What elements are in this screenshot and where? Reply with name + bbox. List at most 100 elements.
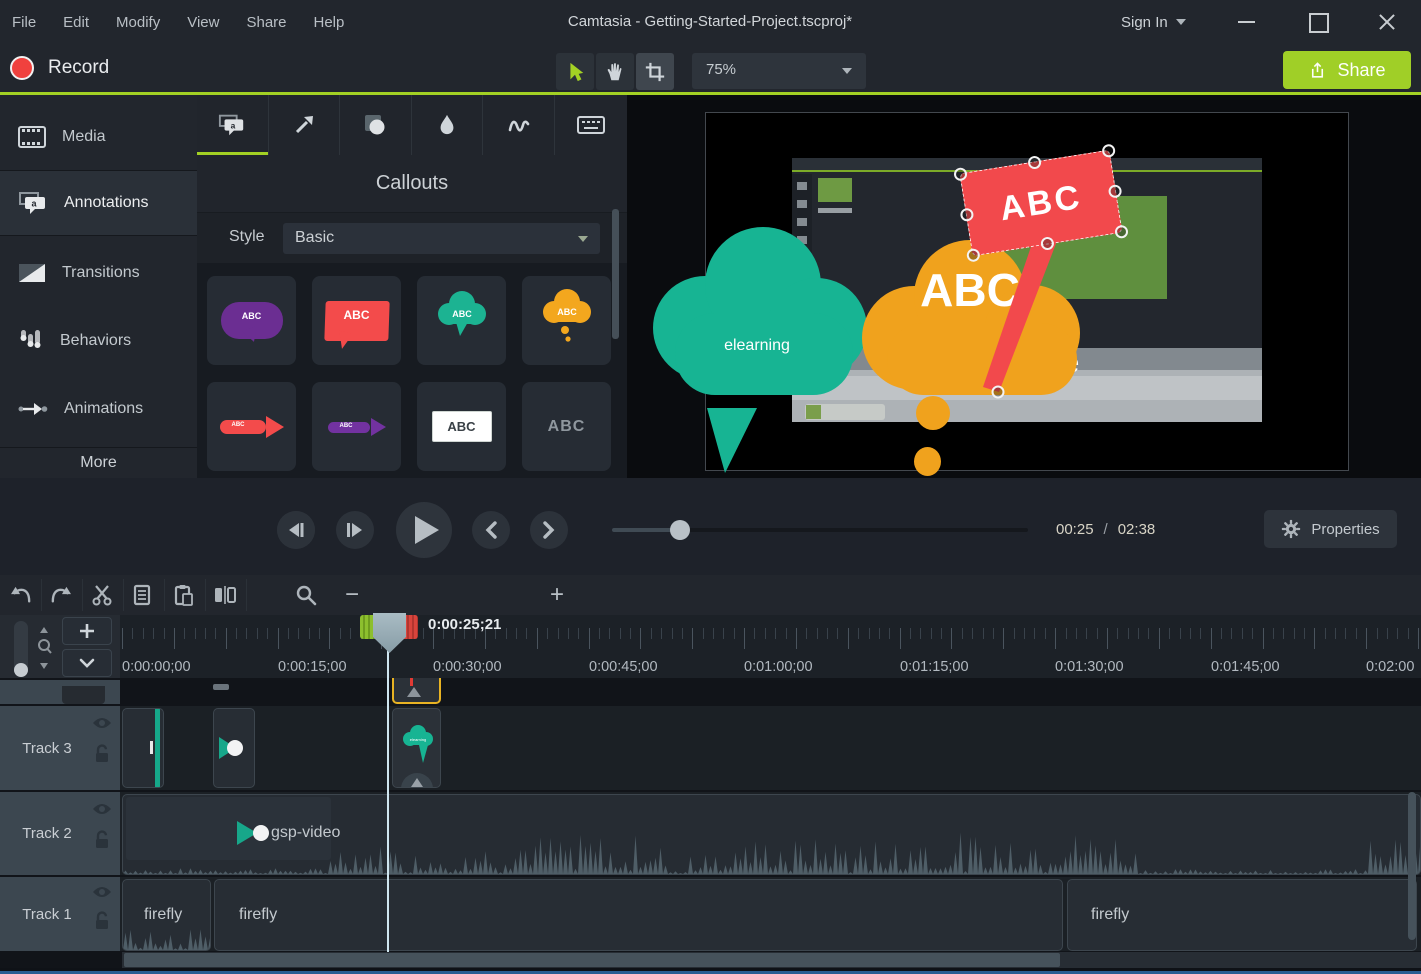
elearning-cloud-callout[interactable]: elearning (645, 223, 880, 473)
callout-tile-red-arrow[interactable]: ABC (207, 382, 296, 471)
eye-icon[interactable] (92, 885, 112, 899)
tab-arrows[interactable] (269, 95, 341, 155)
clip[interactable] (122, 708, 164, 788)
menu-view[interactable]: View (187, 14, 219, 31)
clip-firefly-1[interactable]: firefly (122, 879, 211, 951)
selection-handle[interactable] (992, 386, 1005, 399)
tab-blur[interactable] (412, 95, 484, 155)
style-dropdown[interactable]: Basic (283, 223, 600, 254)
ruler-tick (309, 628, 310, 639)
crop-tool-button[interactable] (636, 53, 674, 90)
jump-forward-button[interactable] (530, 511, 568, 549)
timeline-ruler[interactable]: 0:00:00;00 0:00:15;00 0:00:30;00 0:00:45… (120, 615, 1421, 678)
vertical-scrollbar[interactable] (1408, 792, 1416, 940)
menu-help[interactable]: Help (314, 14, 345, 31)
next-frame-button[interactable] (336, 511, 374, 549)
callout-tile-purple-arrow[interactable]: ABC (312, 382, 401, 471)
ruler-tick (1190, 628, 1191, 639)
previous-frame-button[interactable] (277, 511, 315, 549)
close-icon[interactable] (1372, 10, 1402, 34)
properties-button[interactable]: Properties (1264, 510, 1397, 548)
maximize-icon[interactable] (1302, 10, 1332, 34)
menu-edit[interactable]: Edit (63, 14, 89, 31)
clip-elearning-callout[interactable]: elearning (392, 708, 441, 788)
selected-callout-clip[interactable] (392, 678, 441, 704)
track-height-thumb[interactable] (14, 663, 28, 677)
panel-scrollbar[interactable] (612, 209, 619, 339)
split-button[interactable] (209, 579, 241, 611)
cursor-tool-button[interactable] (556, 53, 594, 90)
track-name: Track 1 (10, 877, 84, 951)
sidebar-item-transitions[interactable]: Transitions (0, 240, 197, 306)
cut-button[interactable] (86, 579, 118, 611)
ruler-tick (1003, 628, 1004, 649)
redo-button[interactable] (45, 579, 77, 611)
copy-button[interactable] (127, 579, 159, 611)
undo-button[interactable] (5, 579, 37, 611)
sidebar-item-annotations[interactable]: a Annotations (0, 170, 197, 236)
timeline-zoom-button[interactable] (290, 579, 322, 611)
eye-icon[interactable] (92, 802, 112, 816)
horizontal-scrollbar-thumb[interactable] (124, 953, 1060, 967)
share-button[interactable]: Share (1283, 51, 1411, 89)
sign-in-button[interactable]: Sign In (1121, 0, 1186, 44)
ruler-tick (703, 628, 704, 639)
playhead-in-handle[interactable] (360, 615, 375, 639)
collapse-tracks-button[interactable] (62, 649, 112, 677)
ruler-tick (236, 628, 237, 639)
callout-tile-cloud[interactable]: ABC (417, 276, 506, 365)
pan-tool-button[interactable] (596, 53, 634, 90)
callout-label: ABC (344, 308, 370, 322)
ruler-labels: 0:00:00;00 0:00:15;00 0:00:30;00 0:00:45… (122, 659, 1421, 677)
callout-tile-thought-cloud[interactable]: ABC (522, 276, 611, 365)
tab-shapes[interactable] (340, 95, 412, 155)
horizontal-scrollbar[interactable] (122, 952, 1421, 968)
playhead-line[interactable] (387, 648, 389, 952)
ruler-tick (1345, 628, 1346, 639)
callout-tile-rect-bubble[interactable]: ABC (312, 276, 401, 365)
sidebar-item-media[interactable]: Media (0, 104, 197, 170)
menu-file[interactable]: File (12, 14, 36, 31)
menu-modify[interactable]: Modify (116, 14, 160, 31)
ruler-tick (900, 628, 901, 649)
track-lane[interactable] (120, 706, 1421, 790)
playhead-out-handle[interactable] (404, 615, 418, 639)
ruler-tick (506, 628, 507, 639)
clip-firefly-3[interactable]: firefly (1067, 879, 1417, 951)
sidebar-item-behaviors[interactable]: Behaviors (0, 308, 197, 374)
paste-button[interactable] (168, 579, 200, 611)
play-button[interactable] (396, 502, 452, 558)
sidebar-item-animations[interactable]: Animations (0, 376, 197, 442)
ruler-label: 0:00:00;00 (122, 659, 191, 675)
minimize-icon[interactable] (1232, 10, 1262, 34)
lock-icon[interactable] (93, 744, 110, 764)
callout-tile-rounded-bubble[interactable]: ABC (207, 276, 296, 365)
record-button[interactable]: Record (10, 50, 109, 86)
zoom-in-button[interactable]: + (541, 579, 573, 611)
sidebar-more-button[interactable]: More (0, 447, 197, 478)
tab-keystroke[interactable] (555, 95, 627, 155)
svg-text:ABC: ABC (452, 309, 472, 319)
clip-firefly-2[interactable]: firefly (214, 879, 1063, 951)
scrubber-thumb[interactable] (670, 520, 690, 540)
clip-gsp-video[interactable]: gsp-video (122, 794, 1421, 875)
clip[interactable] (213, 708, 255, 788)
zoom-out-button[interactable]: − (336, 579, 368, 611)
tab-sketch[interactable] (483, 95, 555, 155)
lock-icon[interactable] (93, 911, 110, 931)
ruler-tick (516, 628, 517, 639)
jump-back-button[interactable] (472, 511, 510, 549)
ruler-tick (1128, 628, 1129, 639)
animations-icon (18, 402, 48, 416)
canvas-zoom-dropdown[interactable]: 75% (692, 53, 866, 89)
tab-callouts[interactable]: a (197, 95, 269, 155)
abc-cloud-callout[interactable] (852, 238, 1092, 398)
eye-icon[interactable] (92, 716, 112, 730)
ruler-tick (723, 628, 724, 639)
callout-tile-white-rect[interactable]: ABC (417, 382, 506, 471)
callout-tile-text-only[interactable]: ABC (522, 382, 611, 471)
menu-share[interactable]: Share (246, 14, 286, 31)
lock-icon[interactable] (93, 830, 110, 850)
add-track-button[interactable] (62, 617, 112, 645)
ruler-tick (1397, 628, 1398, 639)
